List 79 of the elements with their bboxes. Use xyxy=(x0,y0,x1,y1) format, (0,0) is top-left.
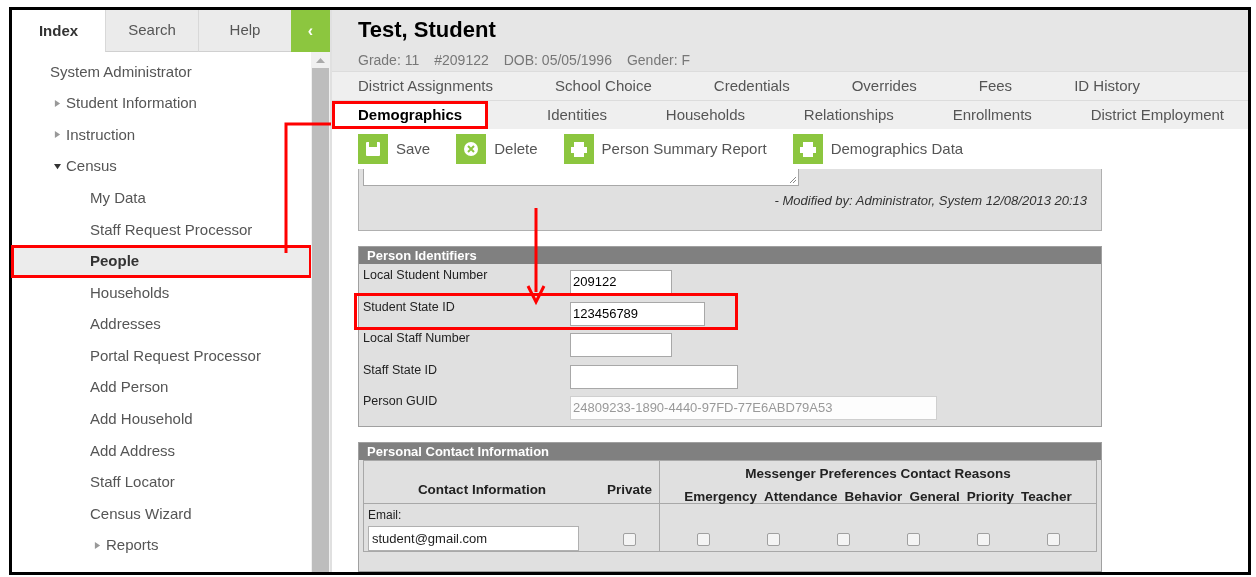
tab[interactable]: School Choice xyxy=(555,72,652,101)
email-field[interactable]: student@gmail.com xyxy=(368,526,579,551)
checkbox[interactable] xyxy=(766,533,780,546)
expanded-triangle-icon[interactable] xyxy=(54,163,61,171)
nav-item[interactable]: Addresses xyxy=(12,308,311,341)
tab[interactable]: Enrollments xyxy=(952,101,1032,130)
student-detail: DOB: 05/05/1996 xyxy=(503,51,612,70)
nav-item[interactable]: My Data xyxy=(12,182,311,214)
tab[interactable]: Demographics xyxy=(332,101,489,130)
student-detail: Gender: F xyxy=(626,51,690,70)
tab[interactable]: Households xyxy=(665,101,746,130)
nav-item[interactable]: People xyxy=(12,245,311,278)
save-icon xyxy=(358,134,388,165)
text-field[interactable]: 209122 xyxy=(570,270,672,294)
toolbar-button[interactable]: Person Summary Report xyxy=(563,134,767,165)
resize-grip-icon[interactable] xyxy=(789,176,797,184)
tab[interactable]: ID History xyxy=(1074,72,1140,101)
modified-note: - Modified by: Administrator, System 12/08/2013 20:13 xyxy=(773,192,1088,210)
checkbox[interactable] xyxy=(696,533,710,546)
panel-title: Personal Contact Information xyxy=(359,443,1101,460)
tab[interactable]: Identities xyxy=(547,101,608,130)
tab[interactable]: Relationships xyxy=(803,101,894,130)
nav-item[interactable]: Add Household xyxy=(12,403,311,436)
collapsed-triangle-icon[interactable] xyxy=(54,99,61,107)
nav-item[interactable]: Add Person xyxy=(12,371,311,404)
column-header: Behavior xyxy=(844,488,903,507)
field-label: Person GUID xyxy=(363,393,439,411)
checkbox[interactable] xyxy=(906,533,920,546)
column-header: General xyxy=(909,488,960,507)
column-header: Teacher xyxy=(1020,488,1072,507)
nav-item[interactable]: Census xyxy=(12,150,311,183)
collapsed-triangle-icon[interactable] xyxy=(54,131,61,139)
tab[interactable]: District Employment xyxy=(1090,101,1224,130)
nav-item[interactable]: Instruction xyxy=(12,119,311,151)
nav-item[interactable]: Census Wizard xyxy=(12,498,311,530)
checkbox[interactable] xyxy=(623,533,636,546)
comments-textarea[interactable] xyxy=(363,169,799,186)
toolbar-button[interactable]: Delete xyxy=(456,134,538,165)
sidebar-tab[interactable]: Help xyxy=(198,10,291,52)
student-detail: #209122 xyxy=(434,51,489,70)
contact-type-label: Email: xyxy=(368,507,403,524)
tab[interactable]: Overrides xyxy=(851,72,917,101)
nav-item[interactable]: Student Information xyxy=(12,87,311,120)
nav-item[interactable]: Add Address xyxy=(12,435,311,467)
column-header: Private xyxy=(607,480,652,499)
text-field[interactable] xyxy=(570,333,672,358)
nav-item[interactable]: Reports xyxy=(12,529,311,562)
toolbar-button[interactable]: Save xyxy=(358,134,431,165)
nav-item[interactable]: Staff Locator xyxy=(12,466,311,499)
panel-title: Person Identifiers xyxy=(359,247,1101,264)
field-label: Student State ID xyxy=(363,298,456,316)
delete-icon xyxy=(456,134,487,165)
toolbar-button[interactable]: Demographics Data xyxy=(792,134,964,165)
field-label: Local Student Number xyxy=(363,267,489,284)
printer-icon xyxy=(792,134,823,165)
checkbox[interactable] xyxy=(976,533,990,546)
tab[interactable]: Fees xyxy=(978,72,1013,101)
collapsed-triangle-icon[interactable] xyxy=(94,542,101,550)
nav-item[interactable]: Staff Request Processor xyxy=(12,213,311,246)
checkbox[interactable] xyxy=(836,533,850,546)
column-header: Priority xyxy=(966,488,1014,507)
nav-item[interactable]: System Administrator xyxy=(12,56,311,88)
group-header: Messenger Preferences Contact Reasons xyxy=(745,465,1011,483)
sidebar-tab[interactable]: Search xyxy=(105,10,198,52)
student-name: Test, Student xyxy=(358,16,497,44)
nav-item[interactable]: Portal Request Processor xyxy=(12,340,311,372)
text-field[interactable]: 123456789 xyxy=(570,301,705,326)
tab[interactable]: Credentials xyxy=(713,72,790,101)
text-field[interactable] xyxy=(570,364,738,389)
tab[interactable]: District Assignments xyxy=(358,72,494,101)
field-label: Local Staff Number xyxy=(363,330,471,348)
column-header: Attendance xyxy=(764,488,838,507)
column-header: Contact Information xyxy=(417,480,547,499)
column-header: Emergency xyxy=(684,488,758,507)
checkbox[interactable] xyxy=(1046,533,1060,546)
printer-icon xyxy=(563,134,594,165)
student-detail: Grade: 11 xyxy=(358,51,420,70)
field-label: Staff State ID xyxy=(363,361,439,379)
nav-item[interactable]: Households xyxy=(12,277,311,309)
